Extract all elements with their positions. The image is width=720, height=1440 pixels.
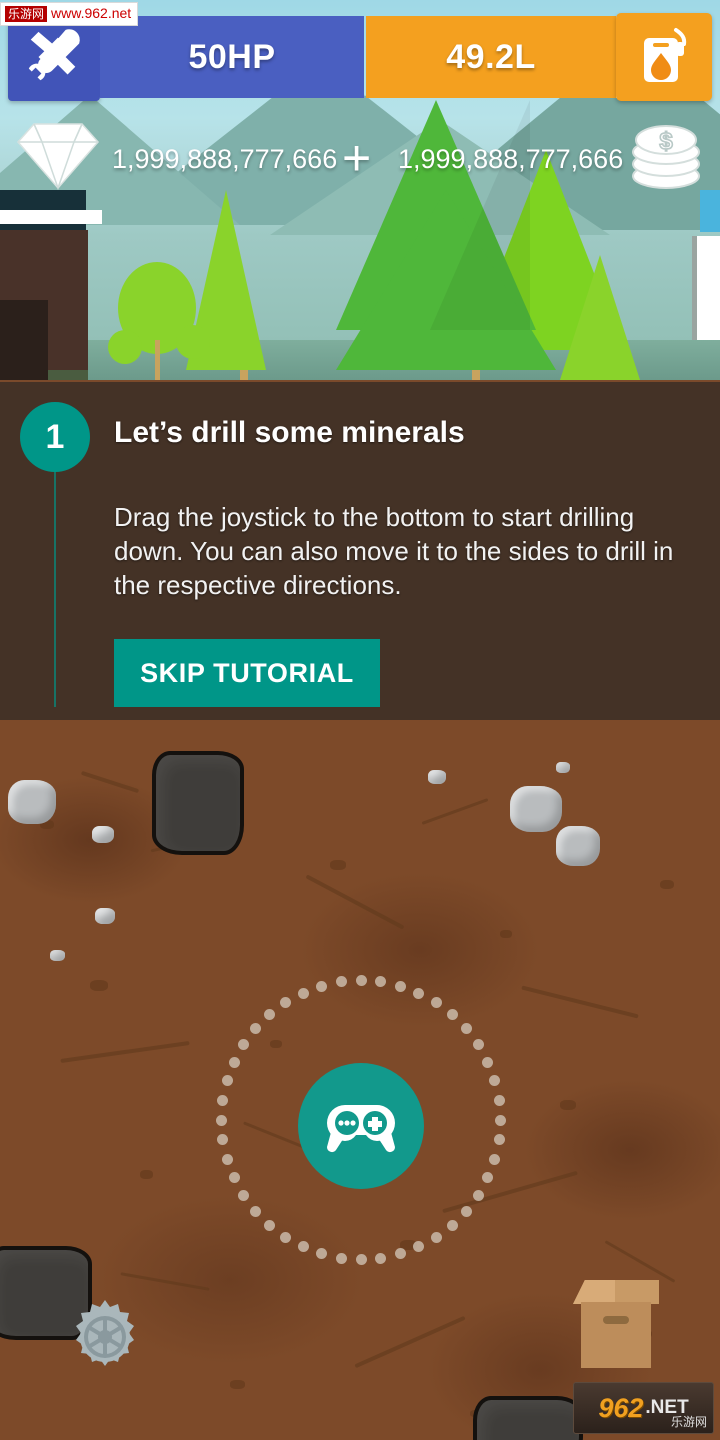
health-bar[interactable]: 50HP	[100, 16, 364, 98]
gear-icon[interactable]	[66, 1298, 144, 1376]
watermark-bottom: 962 .NET 乐游网	[573, 1382, 714, 1434]
joystick-ring-dot	[375, 1252, 387, 1264]
gem-count: 1,999,888,777,666	[112, 144, 338, 174]
joystick-ring-dot	[394, 1248, 406, 1260]
joystick-ring-dot	[217, 1094, 229, 1106]
joystick-ring-dot	[228, 1056, 240, 1068]
joystick-ring-dot	[446, 1219, 458, 1231]
joystick-ring-dot	[430, 1231, 442, 1243]
boulder	[473, 1396, 583, 1440]
joystick-ring-dot	[221, 1153, 233, 1165]
svg-text:$: $	[659, 128, 673, 155]
joystick-ring-dot	[238, 1039, 250, 1051]
joystick-ring-dot	[413, 987, 425, 999]
boulder	[152, 751, 244, 855]
bush	[108, 330, 142, 364]
joystick-ring-dot	[482, 1056, 494, 1068]
joystick-ring-dot	[221, 1075, 233, 1087]
joystick-ring-dot	[489, 1075, 501, 1087]
joystick-ring-dot	[297, 1241, 309, 1253]
joystick-ring-dot	[493, 1134, 505, 1146]
coin-count: 1,999,888,777,666	[398, 144, 624, 174]
joystick-ring-dot	[238, 1189, 250, 1201]
joystick-ring-dot	[297, 987, 309, 999]
joystick-ring-dot	[375, 976, 387, 988]
building-window	[0, 300, 48, 380]
watermark-top: 乐游网 www.962.net	[0, 2, 139, 26]
joystick-ring-dot	[355, 975, 367, 986]
tutorial-body: Drag the joystick to the bottom to start…	[114, 502, 674, 600]
game-screen: 0 ft 50HP 49.2L	[0, 0, 720, 1440]
watermark-bottom-num: 962	[598, 1392, 644, 1423]
watermark-top-url: www.962.net	[51, 5, 132, 21]
joystick-ring-dot	[430, 997, 442, 1009]
coin-stack-icon: $	[632, 125, 700, 189]
joystick-ring-dot	[264, 1009, 276, 1021]
joystick-ring-dot	[394, 980, 406, 992]
pine-tree	[560, 255, 640, 380]
tutorial-step-badge: 1	[20, 402, 90, 472]
top-hud: 50HP 49.2L 1,999,888,777,666 + 1,999,888…	[0, 0, 720, 200]
joystick-ring-dot	[335, 976, 347, 988]
joystick-ring-dot	[250, 1023, 262, 1035]
fuel-value: 49.2L	[446, 37, 536, 76]
right-white-panel	[692, 236, 720, 340]
gamepad-icon	[327, 1105, 395, 1152]
fuel-bar[interactable]: 49.2L	[366, 16, 616, 98]
diamond-icon	[17, 123, 99, 190]
rock	[428, 770, 446, 784]
rock	[510, 786, 562, 832]
crate-body	[581, 1302, 651, 1368]
health-value: 50HP	[188, 37, 276, 76]
joystick-ring-dot	[413, 1241, 425, 1253]
white-ledge	[0, 210, 102, 224]
joystick-ring-dot	[493, 1094, 505, 1106]
joystick-ring-dot	[280, 1231, 292, 1243]
bush	[176, 325, 210, 359]
rock	[92, 826, 114, 843]
fuel-can-icon	[644, 28, 687, 82]
joystick-ring-dot	[316, 980, 328, 992]
joystick-ring-dot	[472, 1039, 484, 1051]
joystick-ring-dot	[250, 1205, 262, 1217]
joystick-ring-dot	[355, 1254, 367, 1265]
joystick-ring-dot	[280, 997, 292, 1009]
joystick-ring-dot	[446, 1009, 458, 1021]
crate-handle	[603, 1316, 629, 1324]
refuel-button[interactable]	[616, 13, 712, 101]
joystick-ring-dot	[460, 1023, 472, 1035]
rock	[50, 950, 65, 961]
joystick-ring-dot	[216, 1114, 227, 1126]
joystick-ring-dot	[316, 1248, 328, 1260]
joystick-ring-dot	[489, 1153, 501, 1165]
rock	[556, 826, 600, 866]
joystick-ring-dot	[335, 1252, 347, 1264]
tutorial-overlay: 1 Let’s drill some minerals Drag the joy…	[0, 382, 720, 720]
plus-separator: +	[342, 130, 372, 186]
joystick-ring-dot	[460, 1205, 472, 1217]
rock	[8, 780, 56, 824]
watermark-top-cn: 乐游网	[5, 6, 48, 22]
tutorial-connector-line	[54, 457, 56, 707]
joystick-ring-dot	[217, 1134, 229, 1146]
joystick-ring-dot	[472, 1189, 484, 1201]
building-base	[48, 370, 88, 380]
joystick-ring-dot	[228, 1172, 240, 1184]
rock	[95, 908, 115, 924]
hammer-wrench-icon	[28, 29, 80, 81]
tools-button[interactable]	[8, 13, 100, 101]
rock	[556, 762, 570, 773]
joystick-ring-dot	[482, 1172, 494, 1184]
skip-tutorial-button[interactable]: SKIP TUTORIAL	[114, 639, 380, 707]
watermark-bottom-cn: 乐游网	[670, 1415, 707, 1429]
bush-stem	[155, 340, 160, 380]
joystick-ring-dot	[264, 1219, 276, 1231]
joystick-button[interactable]	[298, 1063, 424, 1189]
tutorial-title: Let’s drill some minerals	[114, 416, 465, 449]
joystick-ring-dot	[495, 1114, 506, 1126]
crate-icon[interactable]	[573, 1280, 659, 1368]
